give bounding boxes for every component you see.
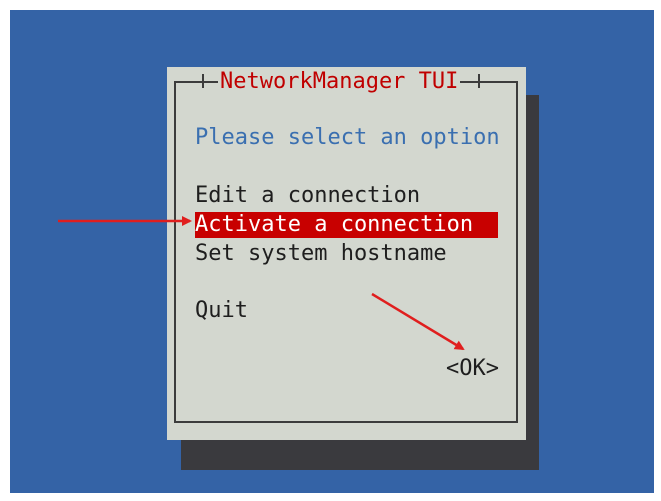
annotation-arrows (58, 216, 465, 351)
arrow-to-ok-icon (371, 292, 465, 351)
